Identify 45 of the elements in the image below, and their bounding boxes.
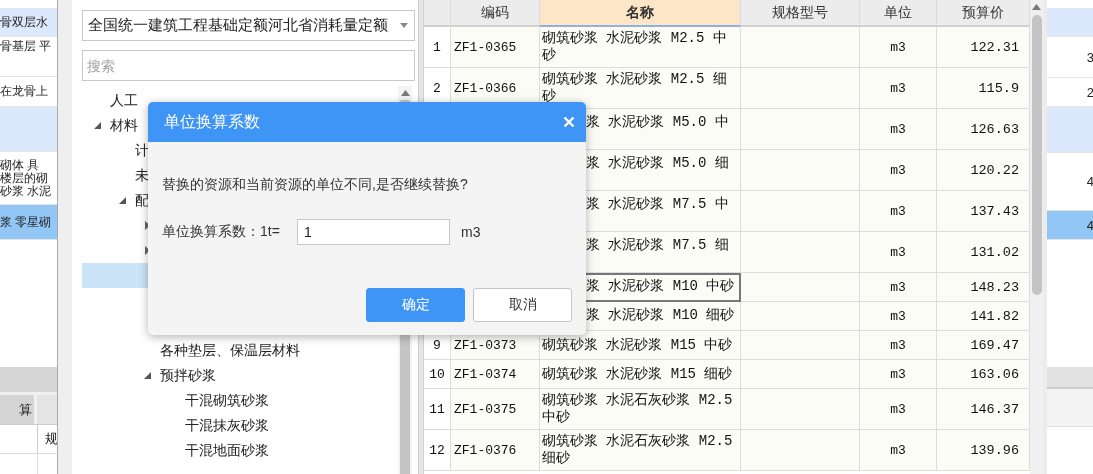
cell-text: 3 — [1086, 49, 1093, 65]
table-cell: m3 — [860, 430, 937, 471]
table-cell: ZF1-0376 — [451, 430, 540, 471]
table-cell: m3 — [860, 331, 937, 360]
table-cell: m3 — [860, 27, 937, 68]
table-cell: m3 — [860, 273, 937, 302]
field-label: 单位换算系数：1t= — [162, 223, 281, 241]
cell-text: 4 — [1086, 174, 1093, 189]
table-cell: 146.37 — [937, 389, 1030, 430]
cell-text: 2 — [1086, 84, 1093, 100]
table-cell: ZF1-0375 — [451, 389, 540, 430]
unit-label: m3 — [461, 224, 481, 240]
table-cell: m3 — [860, 150, 937, 191]
row-number: 1 — [424, 27, 451, 68]
table-cell: m3 — [860, 232, 937, 273]
table-cell: m3 — [860, 191, 937, 232]
table-cell: m3 — [860, 109, 937, 150]
table-cell: 163.06 — [937, 360, 1030, 389]
table-cell: 115.9 — [937, 68, 1030, 109]
table-cell: 126.63 — [937, 109, 1030, 150]
row-number: 11 — [424, 389, 451, 430]
table-cell: 169.47 — [937, 331, 1030, 360]
table-cell: m3 — [860, 360, 937, 389]
table-cell: m3 — [860, 68, 937, 109]
row-number: 12 — [424, 430, 451, 471]
table-cell: 148.23 — [937, 273, 1030, 302]
table-cell: 122.31 — [937, 27, 1030, 68]
table-cell: 137.43 — [937, 191, 1030, 232]
table-cell: 131.02 — [937, 232, 1030, 273]
cell-text: 浆 零星砌 — [0, 215, 52, 229]
table-cell: ZF1-0365 — [451, 27, 540, 68]
cell-text: 骨双层水 — [0, 15, 48, 29]
cell-text: 砌体 具 楼层的砌 砂浆 水泥 — [0, 158, 52, 198]
table-cell: 120.22 — [937, 150, 1030, 191]
cell-text: 骨基层 平 — [0, 40, 52, 53]
table-cell: ZF1-0374 — [451, 360, 540, 389]
table-cell: 139.96 — [937, 430, 1030, 471]
row-number: 10 — [424, 360, 451, 389]
dialog-title: 单位换算系数 — [164, 111, 260, 132]
cell-text: 在龙骨上 — [0, 85, 48, 98]
table-cell: m3 — [860, 389, 937, 430]
dialog-message: 替换的资源和当前资源的单位不同,是否继续替换? — [162, 175, 469, 194]
table-cell: 141.82 — [937, 302, 1030, 331]
table-cell: m3 — [860, 302, 937, 331]
cell-text: 4 — [1086, 217, 1093, 233]
